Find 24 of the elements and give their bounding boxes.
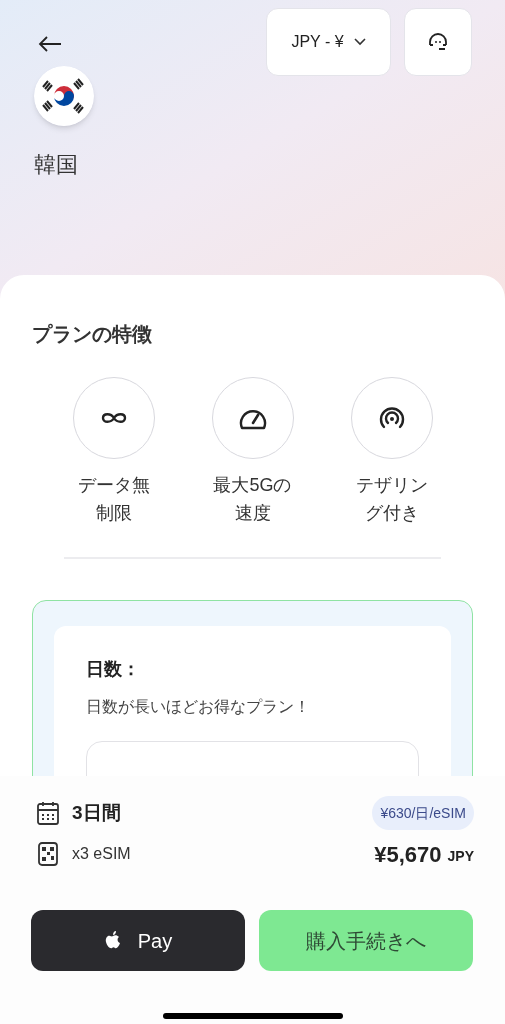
section-title: プランの特徴 [32, 322, 153, 347]
chevron-down-icon [353, 38, 366, 46]
back-button[interactable] [38, 34, 62, 54]
back-arrow-icon [38, 36, 62, 52]
feature-label: テザリング付き [354, 474, 429, 525]
sim-chip-icon [37, 841, 59, 867]
apple-pay-button[interactable]: Pay [31, 910, 245, 971]
feature-label: データ無制限 [76, 474, 151, 525]
checkout-button[interactable]: 購入手続きへ [259, 910, 473, 971]
headset-icon [427, 32, 449, 52]
days-subtitle: 日数が長いほどお得なプラン！ [86, 697, 311, 717]
feature-label: 最大5Gの速度 [212, 474, 293, 525]
total-price: ¥5,670 [374, 840, 442, 869]
infinity-icon [99, 411, 128, 425]
korea-flag-icon [34, 66, 94, 126]
quantity-text: x3 eSIM [72, 844, 131, 864]
calendar-icon [37, 801, 59, 825]
rate-badge: ¥630/日/eSIM [372, 796, 474, 830]
country-name: 韓国 [34, 151, 79, 179]
duration-text: 3日間 [72, 800, 121, 825]
price-currency: JPY [447, 846, 474, 866]
days-title: 日数： [86, 658, 141, 681]
support-button[interactable] [404, 8, 472, 76]
currency-selector[interactable]: JPY - ¥ [266, 8, 391, 76]
